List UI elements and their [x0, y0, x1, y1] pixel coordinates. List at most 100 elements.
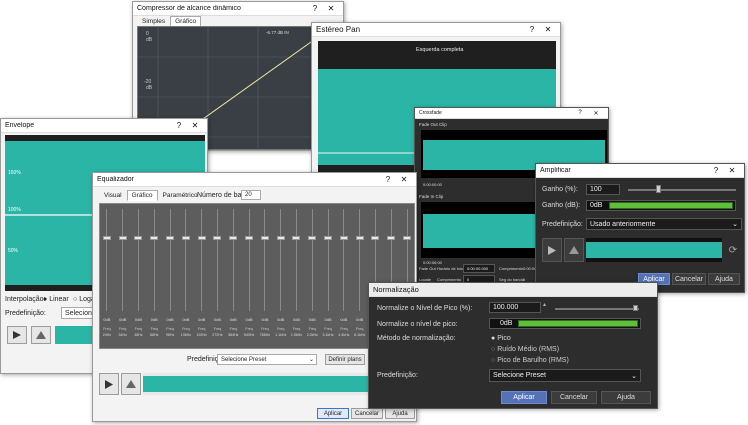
- peak-pct-field[interactable]: 100.000: [489, 302, 541, 313]
- eq-band-knob[interactable]: [166, 236, 175, 240]
- norm-cancel-button[interactable]: Cancelar: [551, 391, 597, 404]
- eq-band-track[interactable]: [311, 209, 313, 311]
- eq-band-track[interactable]: [137, 209, 139, 311]
- eq-band-knob[interactable]: [150, 236, 159, 240]
- eq-band-track[interactable]: [201, 209, 203, 311]
- eq-band[interactable]: 0dB Freq 24Hz: [99, 203, 115, 349]
- tab-visual[interactable]: Visual: [99, 190, 127, 201]
- close-icon[interactable]: ✕: [323, 4, 339, 13]
- eq-band-track[interactable]: [343, 209, 345, 311]
- eq-band[interactable]: 0dB Freq 272Hz: [210, 203, 226, 349]
- eq-preset-select[interactable]: Selecione Preset ⌄: [217, 354, 317, 365]
- tab-parametrico[interactable]: Paramétrico: [158, 190, 203, 201]
- eq-band[interactable]: 0dB Freq 34Hz: [115, 203, 131, 349]
- eq-band-knob[interactable]: [213, 236, 222, 240]
- eq-band-knob[interactable]: [197, 236, 206, 240]
- eq-band-knob[interactable]: [403, 236, 412, 240]
- eq-help-button[interactable]: Ajuda: [385, 408, 415, 419]
- eq-band-knob[interactable]: [355, 236, 364, 240]
- help-icon[interactable]: ?: [708, 166, 724, 175]
- close-icon[interactable]: ✕: [724, 166, 740, 175]
- peak-slider-track[interactable]: [555, 308, 639, 310]
- eq-band-track[interactable]: [232, 209, 234, 311]
- eq-band-knob[interactable]: [181, 236, 190, 240]
- norm-help-button[interactable]: Ajuda: [601, 391, 651, 404]
- eq-band-track[interactable]: [295, 209, 297, 311]
- eq-band-knob[interactable]: [102, 236, 111, 240]
- spin-icon[interactable]: ▲: [542, 302, 547, 308]
- gain-slider-track[interactable]: [628, 189, 736, 191]
- eq-band-track[interactable]: [264, 209, 266, 311]
- eq-band[interactable]: 0dB Freq 96Hz: [162, 203, 178, 349]
- eq-band-knob[interactable]: [324, 236, 333, 240]
- define-plans-button[interactable]: Definir plans: [325, 354, 365, 365]
- eq-band[interactable]: 0dB Freq 384Hz: [225, 203, 241, 349]
- eq-apply-button[interactable]: Aplicar: [317, 408, 349, 419]
- eq-band-knob[interactable]: [260, 236, 269, 240]
- amp-preset-select[interactable]: Usado anteriormente ⌄: [586, 218, 742, 230]
- eq-band[interactable]: 0dB Freq 192Hz: [194, 203, 210, 349]
- envelope-loop-button[interactable]: [31, 326, 51, 344]
- eq-band[interactable]: 0dB Freq 136Hz: [178, 203, 194, 349]
- method-peak-radio[interactable]: ● Pico: [491, 335, 511, 342]
- amp-mini-wave[interactable]: [586, 238, 722, 262]
- eq-band[interactable]: 0dB Freq 48Hz: [131, 203, 147, 349]
- eq-band-track[interactable]: [359, 209, 361, 311]
- eq-band-knob[interactable]: [308, 236, 317, 240]
- eq-play-button[interactable]: [99, 373, 119, 395]
- refresh-icon[interactable]: ⟳: [726, 244, 740, 256]
- amp-loop-button[interactable]: [564, 238, 584, 262]
- eq-band-knob[interactable]: [387, 236, 396, 240]
- eq-band-track[interactable]: [106, 209, 108, 311]
- help-icon[interactable]: ?: [524, 25, 540, 34]
- eq-band-track[interactable]: [153, 209, 155, 311]
- peak-slider-knob[interactable]: [633, 305, 638, 311]
- peak-db-field[interactable]: 0dB: [489, 318, 641, 329]
- eq-band-track[interactable]: [327, 209, 329, 311]
- eq-band-track[interactable]: [185, 209, 187, 311]
- eq-band[interactable]: 0dB Freq 1.5kHz: [289, 203, 305, 349]
- amp-cancel-button[interactable]: Cancelar: [672, 273, 706, 285]
- gain-pct-field[interactable]: 100: [586, 184, 620, 195]
- gain-slider-knob[interactable]: [656, 185, 661, 193]
- eq-band[interactable]: 0dB Freq 3.1kHz: [320, 203, 336, 349]
- amp-play-button[interactable]: [542, 238, 562, 262]
- method-rms-radio[interactable]: ○ Ruído Médio (RMS): [491, 346, 559, 353]
- eq-band[interactable]: 0dB Freq 768Hz: [257, 203, 273, 349]
- method-peak-rms-radio[interactable]: ○ Pico de Barulho (RMS): [491, 357, 569, 364]
- close-icon[interactable]: ✕: [588, 110, 604, 117]
- eq-band-track[interactable]: [169, 209, 171, 311]
- close-icon[interactable]: ✕: [187, 121, 203, 130]
- tab-grafico[interactable]: Gráfico: [126, 190, 158, 201]
- eq-band[interactable]: 0dB Freq 543Hz: [241, 203, 257, 349]
- eq-band-knob[interactable]: [229, 236, 238, 240]
- gain-db-field[interactable]: 0dB: [586, 200, 736, 211]
- close-icon[interactable]: ✕: [396, 175, 412, 184]
- eq-band[interactable]: 0dB Freq 2.2kHz: [304, 203, 320, 349]
- eq-band-track[interactable]: [216, 209, 218, 311]
- eq-band-knob[interactable]: [371, 236, 380, 240]
- eq-band-track[interactable]: [248, 209, 250, 311]
- norm-preset-select[interactable]: Selecione Preset ⌄: [489, 369, 641, 382]
- eq-band[interactable]: 0dB Freq 6.1kHz: [352, 203, 368, 349]
- eq-band-knob[interactable]: [339, 236, 348, 240]
- eq-band-knob[interactable]: [276, 236, 285, 240]
- eq-band[interactable]: 0dB Freq 1.1kHz: [273, 203, 289, 349]
- eq-band-knob[interactable]: [134, 236, 143, 240]
- eq-band-knob[interactable]: [292, 236, 301, 240]
- eq-band-track[interactable]: [280, 209, 282, 311]
- eq-band-knob[interactable]: [118, 236, 127, 240]
- bands-select[interactable]: 20: [241, 190, 261, 200]
- eq-band[interactable]: 0dB Freq 68Hz: [146, 203, 162, 349]
- help-icon[interactable]: ?: [572, 110, 588, 116]
- eq-loop-button[interactable]: [121, 373, 141, 395]
- envelope-play-button[interactable]: [7, 326, 27, 344]
- help-icon[interactable]: ?: [307, 4, 323, 13]
- eq-cancel-button[interactable]: Cancelar: [351, 408, 383, 419]
- help-icon[interactable]: ?: [380, 175, 396, 184]
- eq-band[interactable]: 0dB Freq 4.4kHz: [336, 203, 352, 349]
- eq-band-track[interactable]: [122, 209, 124, 311]
- close-icon[interactable]: ✕: [540, 25, 556, 34]
- norm-apply-button[interactable]: Aplicar: [501, 391, 547, 404]
- eq-band-knob[interactable]: [245, 236, 254, 240]
